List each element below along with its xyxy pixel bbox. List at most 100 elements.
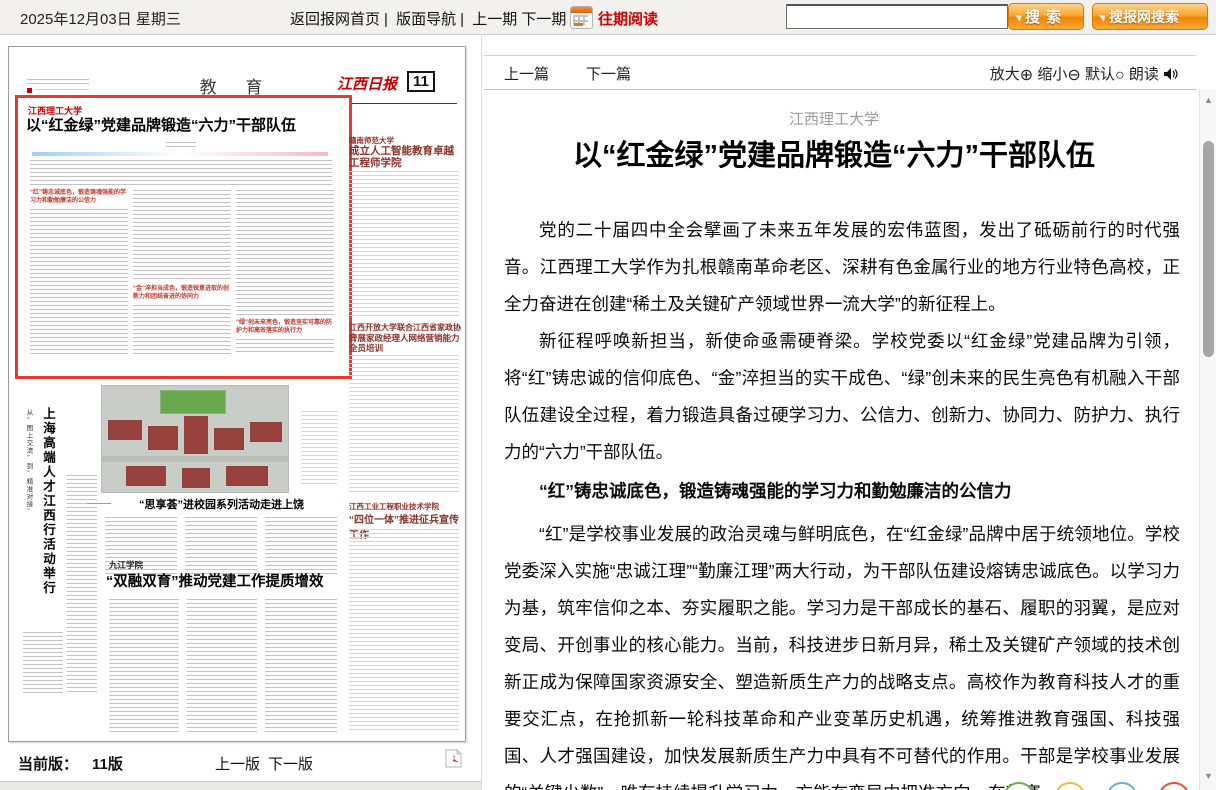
micro-text — [133, 190, 231, 282]
highlight-column-2: “金”淬担当成色，锻造锐意进取的创新力和团结奋进的协同力 — [133, 190, 231, 368]
photo-building — [184, 416, 208, 454]
current-page-label: 当前版： — [18, 753, 78, 774]
campus-photo — [101, 385, 289, 493]
zoom-default-button[interactable]: 默认○ — [1085, 66, 1125, 83]
article-subhead: “红”铸忠诚底色，锻造铸魂强能的学习力和勤勉廉洁的公信力 — [504, 473, 1180, 510]
zoom-default-icon: ○ — [1115, 67, 1125, 84]
zoom-out-label: 缩小 — [1037, 66, 1067, 83]
speaker-icon — [1163, 67, 1178, 81]
search-input[interactable] — [786, 4, 1008, 29]
photo-sports-field — [160, 390, 226, 414]
photo-building — [226, 466, 268, 486]
vertical-article-subtitle: 从“图上交流”到“精准对接” — [23, 409, 33, 621]
article-title: 以“红金绿”党建品牌锻造“六力”干部队伍 — [484, 132, 1184, 174]
micro-text — [187, 599, 257, 733]
article-paragraph: 新征程呼唤新担当，新使命亟需硬脊梁。学校党委以“红金绿”党建品牌为引领，将“红”… — [504, 323, 1180, 471]
micro-text — [67, 475, 97, 693]
zoom-default-label: 默认 — [1085, 66, 1115, 83]
bottom-article-headline: “双融双育”推动党建工作提质增效 — [106, 570, 342, 591]
micro-text — [236, 339, 334, 355]
next-page-link[interactable]: 下一版 — [268, 753, 313, 774]
micro-text — [265, 599, 337, 733]
photo-building — [250, 422, 282, 442]
pdf-icon — [445, 749, 462, 768]
paper-page-number: 11 — [407, 71, 435, 92]
photo-caption — [301, 411, 337, 485]
zoom-in-icon: ⊕ — [1020, 67, 1033, 84]
micro-text — [109, 599, 179, 733]
micro-text — [349, 529, 459, 733]
micro-text — [265, 517, 337, 577]
right-top-headline: 成立人工智能教育卓越工程师学院 — [349, 145, 461, 169]
nav-layout-link[interactable]: 版面导航 — [396, 11, 456, 28]
nav-prev-issue-link[interactable]: 上一期 — [472, 11, 517, 28]
article-body: 党的二十届四中全会擘画了未来五年发展的宏伟蓝图，发出了砥砺前行的时代强音。江西理… — [504, 212, 1180, 790]
read-aloud-label: 朗读 — [1129, 66, 1159, 83]
prev-article-link[interactable]: 上一篇 — [504, 63, 549, 84]
highlight-column-1: “红”铸忠诚底色，锻造铸魂强能的学习力和勤勉廉洁的公信力 — [30, 190, 128, 368]
reader-toolbar: 上一篇 下一篇 放大⊕ 缩小⊖ 默认○ 朗读 — [484, 55, 1196, 90]
photo-building — [108, 420, 142, 440]
pdf-link[interactable] — [445, 749, 462, 772]
prev-page-link[interactable]: 上一版 — [215, 753, 260, 774]
article-paragraph: “红”是学校事业发展的政治灵魂与鲜明底色，在“红金绿”品牌中居于统领地位。学校党… — [504, 516, 1180, 790]
nav-separator: | — [460, 11, 464, 28]
highlight-gradient-bar — [32, 152, 328, 156]
photo-building — [126, 466, 166, 486]
scroll-up-icon[interactable]: ▲ — [1200, 95, 1216, 105]
column-subhead-1: “红”铸忠诚底色，锻造铸魂强能的学习力和勤勉廉洁的公信力 — [30, 190, 128, 205]
top-nav: 返回报网首页| 版面导航| 上一期 下一期| — [290, 8, 578, 29]
right-mid-headline-2: 开展家政经理人网络营销能力全员培训 — [349, 333, 461, 353]
highlight-column-3: “绿”创未来亮色，锻造坚实可靠的防护力和高效落实的执行力 — [236, 190, 334, 368]
highlight-byline — [166, 142, 196, 147]
reader-tools: 放大⊕ 缩小⊖ 默认○ 朗读 — [990, 63, 1178, 85]
highlight-intro-text — [30, 160, 332, 186]
current-date: 2025年12月03日 星期三 — [20, 8, 181, 29]
article-kicker: 江西理工大学 — [484, 108, 1184, 129]
read-aloud-button[interactable]: 朗读 — [1129, 66, 1178, 83]
micro-text — [349, 355, 459, 495]
zoom-in-label: 放大 — [990, 66, 1020, 83]
column-subhead-3: “绿”创未来亮色，锻造坚实可靠的防护力和高效落实的执行力 — [236, 320, 334, 335]
zoom-out-icon: ⊖ — [1067, 67, 1080, 84]
micro-text — [236, 190, 334, 316]
calendar-icon[interactable] — [570, 6, 593, 29]
current-page-value: 11版 — [92, 753, 123, 774]
photo-building — [182, 468, 210, 488]
center-article-headline: “思享荟”进校园系列活动走进上饶 — [104, 496, 339, 512]
column-subhead-2: “金”淬担当成色，锻造锐意进取的创新力和团结奋进的协同力 — [133, 286, 231, 301]
vertical-article-headline: 上海高端人才江西行活动举行 — [39, 407, 58, 623]
search-button-label: 搜 索 — [1025, 6, 1062, 27]
photo-building — [148, 426, 178, 450]
next-article-link[interactable]: 下一篇 — [586, 63, 631, 84]
photo-road — [102, 456, 288, 462]
button-arrow-icon — [1099, 12, 1108, 21]
nav-separator: | — [384, 11, 388, 28]
button-arrow-icon — [1015, 12, 1024, 21]
scrollbar-thumb[interactable] — [1203, 141, 1214, 357]
app-root: 2025年12月03日 星期三 返回报网首页| 版面导航| 上一期 下一期| 往… — [0, 0, 1216, 790]
nav-home-link[interactable]: 返回报网首页 — [290, 11, 380, 28]
page-nav-bar: 当前版： 11版 上一版 下一版 — [0, 745, 481, 781]
nav-next-issue-link[interactable]: 下一期 — [521, 11, 566, 28]
horizontal-scrollbar[interactable] — [0, 781, 481, 790]
search-button[interactable]: 搜 索 — [1008, 3, 1084, 30]
net-search-button-label: 搜报网搜索 — [1109, 7, 1179, 27]
micro-text — [133, 305, 231, 355]
highlight-headline: 以“红金绿”党建品牌锻造“六力”干部队伍 — [26, 116, 338, 135]
net-search-button[interactable]: 搜报网搜索 — [1092, 3, 1208, 30]
top-bar: 2025年12月03日 星期三 返回报网首页| 版面导航| 上一期 下一期| 往… — [0, 0, 1216, 35]
vertical-scrollbar[interactable]: ▲ ▼ — [1199, 89, 1216, 790]
scroll-down-icon[interactable]: ▼ — [1200, 771, 1216, 781]
article-paragraph: 党的二十届四中全会擘画了未来五年发展的宏伟蓝图，发出了砥砺前行的时代强音。江西理… — [504, 212, 1180, 323]
past-issues-link[interactable]: 往期阅读 — [598, 8, 658, 29]
calendar-icon-dots — [574, 23, 583, 26]
zoom-out-button[interactable]: 缩小⊖ — [1037, 66, 1080, 83]
zoom-in-button[interactable]: 放大⊕ — [990, 66, 1033, 83]
highlighted-article-box[interactable]: 江西理工大学 以“红金绿”党建品牌锻造“六力”干部队伍 “红”铸忠诚底色，锻造铸… — [15, 95, 352, 379]
micro-text — [185, 517, 257, 577]
micro-text — [23, 632, 63, 694]
micro-text — [349, 171, 459, 317]
panel-divider — [481, 34, 482, 790]
newspaper-thumbnail-panel[interactable]: 教 育 江西日报 11 江西理工大学 以“红金绿”党建品牌锻造“六力”干部队伍 … — [8, 46, 466, 742]
